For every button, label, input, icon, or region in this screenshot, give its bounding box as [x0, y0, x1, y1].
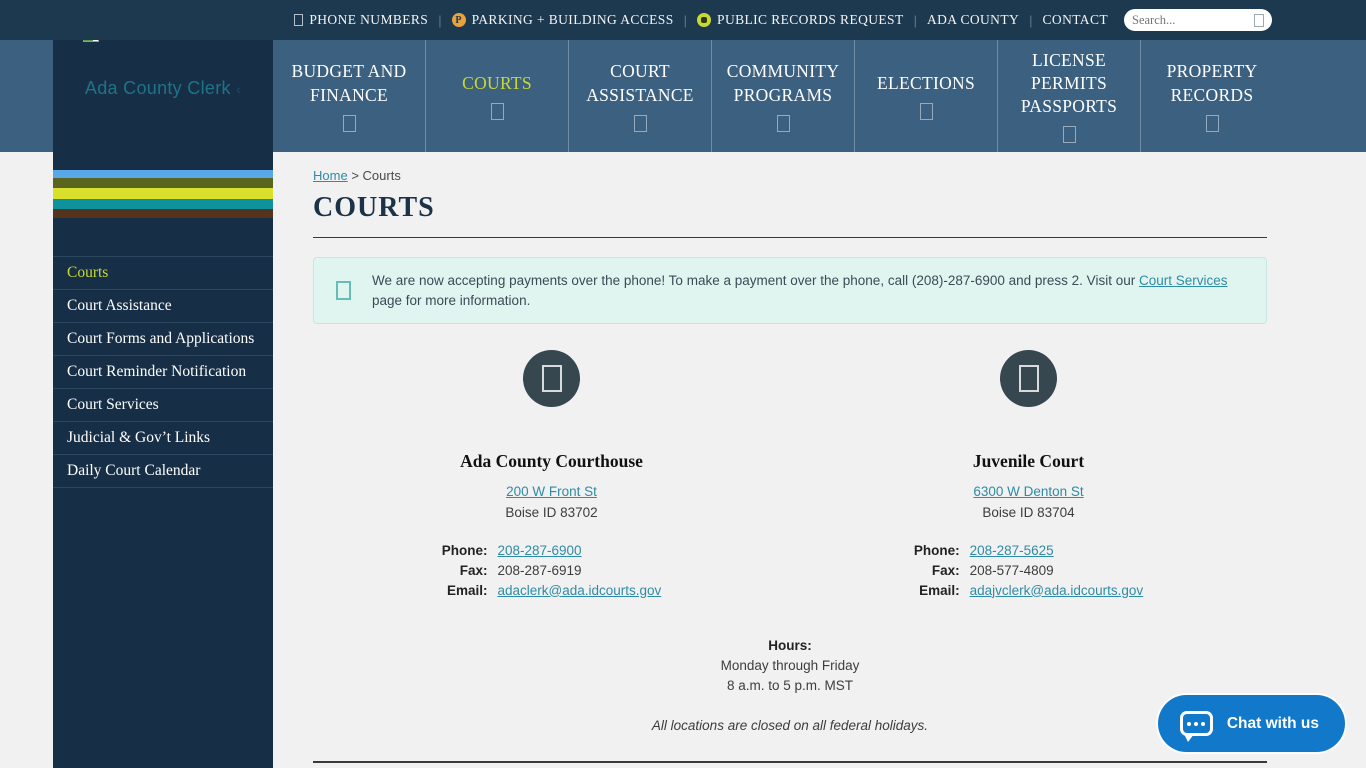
alert-icon — [336, 281, 351, 300]
phone-label: Phone: — [442, 540, 498, 560]
ada-county-link[interactable]: ADA COUNTY — [927, 12, 1019, 28]
notice-text-before: We are now accepting payments over the p… — [372, 273, 1139, 288]
separator: | — [914, 13, 917, 28]
nav-item-court-assistance[interactable]: COURT ASSISTANCE — [568, 40, 711, 152]
chevron-down-icon — [634, 115, 647, 132]
holiday-note: All locations are closed on all federal … — [313, 718, 1267, 733]
top-utility-bar: PHONE NUMBERS | P PARKING + BUILDING ACC… — [0, 0, 1366, 40]
contact-link[interactable]: CONTACT — [1043, 12, 1108, 28]
location-city: Boise ID 83704 — [790, 505, 1267, 520]
contact-label: CONTACT — [1043, 12, 1108, 28]
nav-item-license-permits-passports[interactable]: LICENSE PERMITS PASSPORTS — [997, 40, 1140, 152]
phone-link[interactable]: 208-287-5625 — [970, 543, 1054, 558]
sidebar-item-courts[interactable]: Courts — [53, 256, 273, 289]
location-name: Juvenile Court — [790, 451, 1267, 472]
ada-county-label: ADA COUNTY — [927, 12, 1019, 28]
breadcrumb-current: Courts — [363, 168, 401, 183]
sidebar-item-court-forms-and-applications[interactable]: Court Forms and Applications — [53, 322, 273, 355]
address-link[interactable]: 200 W Front St — [506, 484, 597, 499]
chevron-down-icon — [777, 115, 790, 132]
fax-value: 208-577-4809 — [970, 560, 1144, 580]
search-icon[interactable] — [1254, 14, 1264, 27]
court-services-link[interactable]: Court Services — [1139, 273, 1228, 288]
parking-icon: P — [452, 13, 466, 27]
sidebar: Ada County Clerk ‹ Courts Court Assistan… — [53, 40, 273, 768]
hours-days: Monday through Friday — [313, 656, 1267, 676]
payment-notice-banner: We are now accepting payments over the p… — [313, 257, 1267, 324]
site-logo[interactable]: Ada County Clerk ‹ — [53, 78, 273, 99]
breadcrumb-home-link[interactable]: Home — [313, 168, 348, 183]
location-card-juvenile-court: Juvenile Court 6300 W Denton St Boise ID… — [790, 350, 1267, 600]
separator: | — [438, 13, 441, 28]
address-link[interactable]: 6300 W Denton St — [973, 484, 1083, 499]
chevron-down-icon — [1206, 115, 1219, 132]
site-logo-text: Ada County Clerk — [85, 78, 231, 98]
email-label: Email: — [914, 580, 970, 600]
title-divider — [313, 237, 1267, 238]
hours-label: Hours: — [313, 636, 1267, 656]
location-card-ada-county-courthouse: Ada County Courthouse 200 W Front St Boi… — [313, 350, 790, 600]
nav-item-courts[interactable]: COURTS — [425, 40, 568, 152]
bottom-divider — [313, 761, 1267, 763]
logo-mark: ‹ — [236, 81, 241, 97]
phone-icon — [294, 14, 303, 26]
separator: | — [684, 13, 687, 28]
fax-label: Fax: — [914, 560, 970, 580]
brand-stripes — [53, 170, 273, 218]
contact-details: Phone: 208-287-5625 Fax: 208-577-4809 Em… — [914, 540, 1143, 600]
chevron-down-icon — [343, 115, 356, 132]
public-records-label: PUBLIC RECORDS REQUEST — [717, 12, 904, 28]
notice-text-after: page for more information. — [372, 293, 530, 308]
email-link[interactable]: adaclerk@ada.idcourts.gov — [497, 583, 661, 598]
chat-label: Chat with us — [1227, 715, 1319, 733]
chat-icon — [1180, 711, 1213, 736]
nav-item-budget-and-finance[interactable]: BUDGET AND FINANCE — [273, 40, 425, 152]
nav-item-property-records[interactable]: PROPERTY RECORDS — [1140, 40, 1283, 152]
chevron-down-icon — [1063, 126, 1076, 143]
records-badge-icon — [697, 13, 711, 27]
public-records-request-link[interactable]: PUBLIC RECORDS REQUEST — [697, 12, 904, 28]
phone-label: Phone: — [914, 540, 970, 560]
chevron-down-icon — [491, 103, 504, 120]
sidebar-item-court-assistance[interactable]: Court Assistance — [53, 289, 273, 322]
location-name: Ada County Courthouse — [313, 451, 790, 472]
hours-block: Hours: Monday through Friday 8 a.m. to 5… — [313, 636, 1267, 696]
breadcrumb-separator: > — [351, 168, 359, 183]
sidebar-item-daily-court-calendar[interactable]: Daily Court Calendar — [53, 454, 273, 488]
nav-item-community-programs[interactable]: COMMUNITY PROGRAMS — [711, 40, 854, 152]
email-label: Email: — [442, 580, 498, 600]
main-content: Home > Courts COURTS We are now acceptin… — [273, 152, 1366, 768]
phone-numbers-label: PHONE NUMBERS — [309, 12, 428, 28]
page-title: COURTS — [313, 192, 1267, 224]
nav-item-elections[interactable]: ELECTIONS — [854, 40, 997, 152]
fax-value: 208-287-6919 — [497, 560, 661, 580]
breadcrumb: Home > Courts — [313, 168, 1267, 183]
contact-details: Phone: 208-287-6900 Fax: 208-287-6919 Em… — [442, 540, 662, 600]
phone-numbers-link[interactable]: PHONE NUMBERS — [294, 12, 428, 28]
parking-building-access-link[interactable]: P PARKING + BUILDING ACCESS — [452, 12, 674, 28]
location-city: Boise ID 83702 — [313, 505, 790, 520]
building-icon — [523, 350, 580, 407]
hours-time: 8 a.m. to 5 p.m. MST — [313, 676, 1267, 696]
phone-link[interactable]: 208-287-6900 — [497, 543, 581, 558]
sidebar-item-judicial-govt-links[interactable]: Judicial & Gov’t Links — [53, 421, 273, 454]
separator: | — [1029, 13, 1032, 28]
email-link[interactable]: adajvclerk@ada.idcourts.gov — [970, 583, 1144, 598]
locations-row: Ada County Courthouse 200 W Front St Boi… — [313, 350, 1267, 600]
sidebar-menu: Courts Court Assistance Court Forms and … — [53, 256, 273, 488]
chevron-down-icon — [920, 103, 933, 120]
building-icon — [1000, 350, 1057, 407]
sidebar-item-court-reminder-notification[interactable]: Court Reminder Notification — [53, 355, 273, 388]
parking-label: PARKING + BUILDING ACCESS — [472, 12, 674, 28]
search-box — [1124, 9, 1272, 31]
chat-with-us-button[interactable]: Chat with us — [1158, 695, 1345, 752]
sidebar-item-court-services[interactable]: Court Services — [53, 388, 273, 421]
fax-label: Fax: — [442, 560, 498, 580]
search-input[interactable] — [1132, 13, 1254, 28]
